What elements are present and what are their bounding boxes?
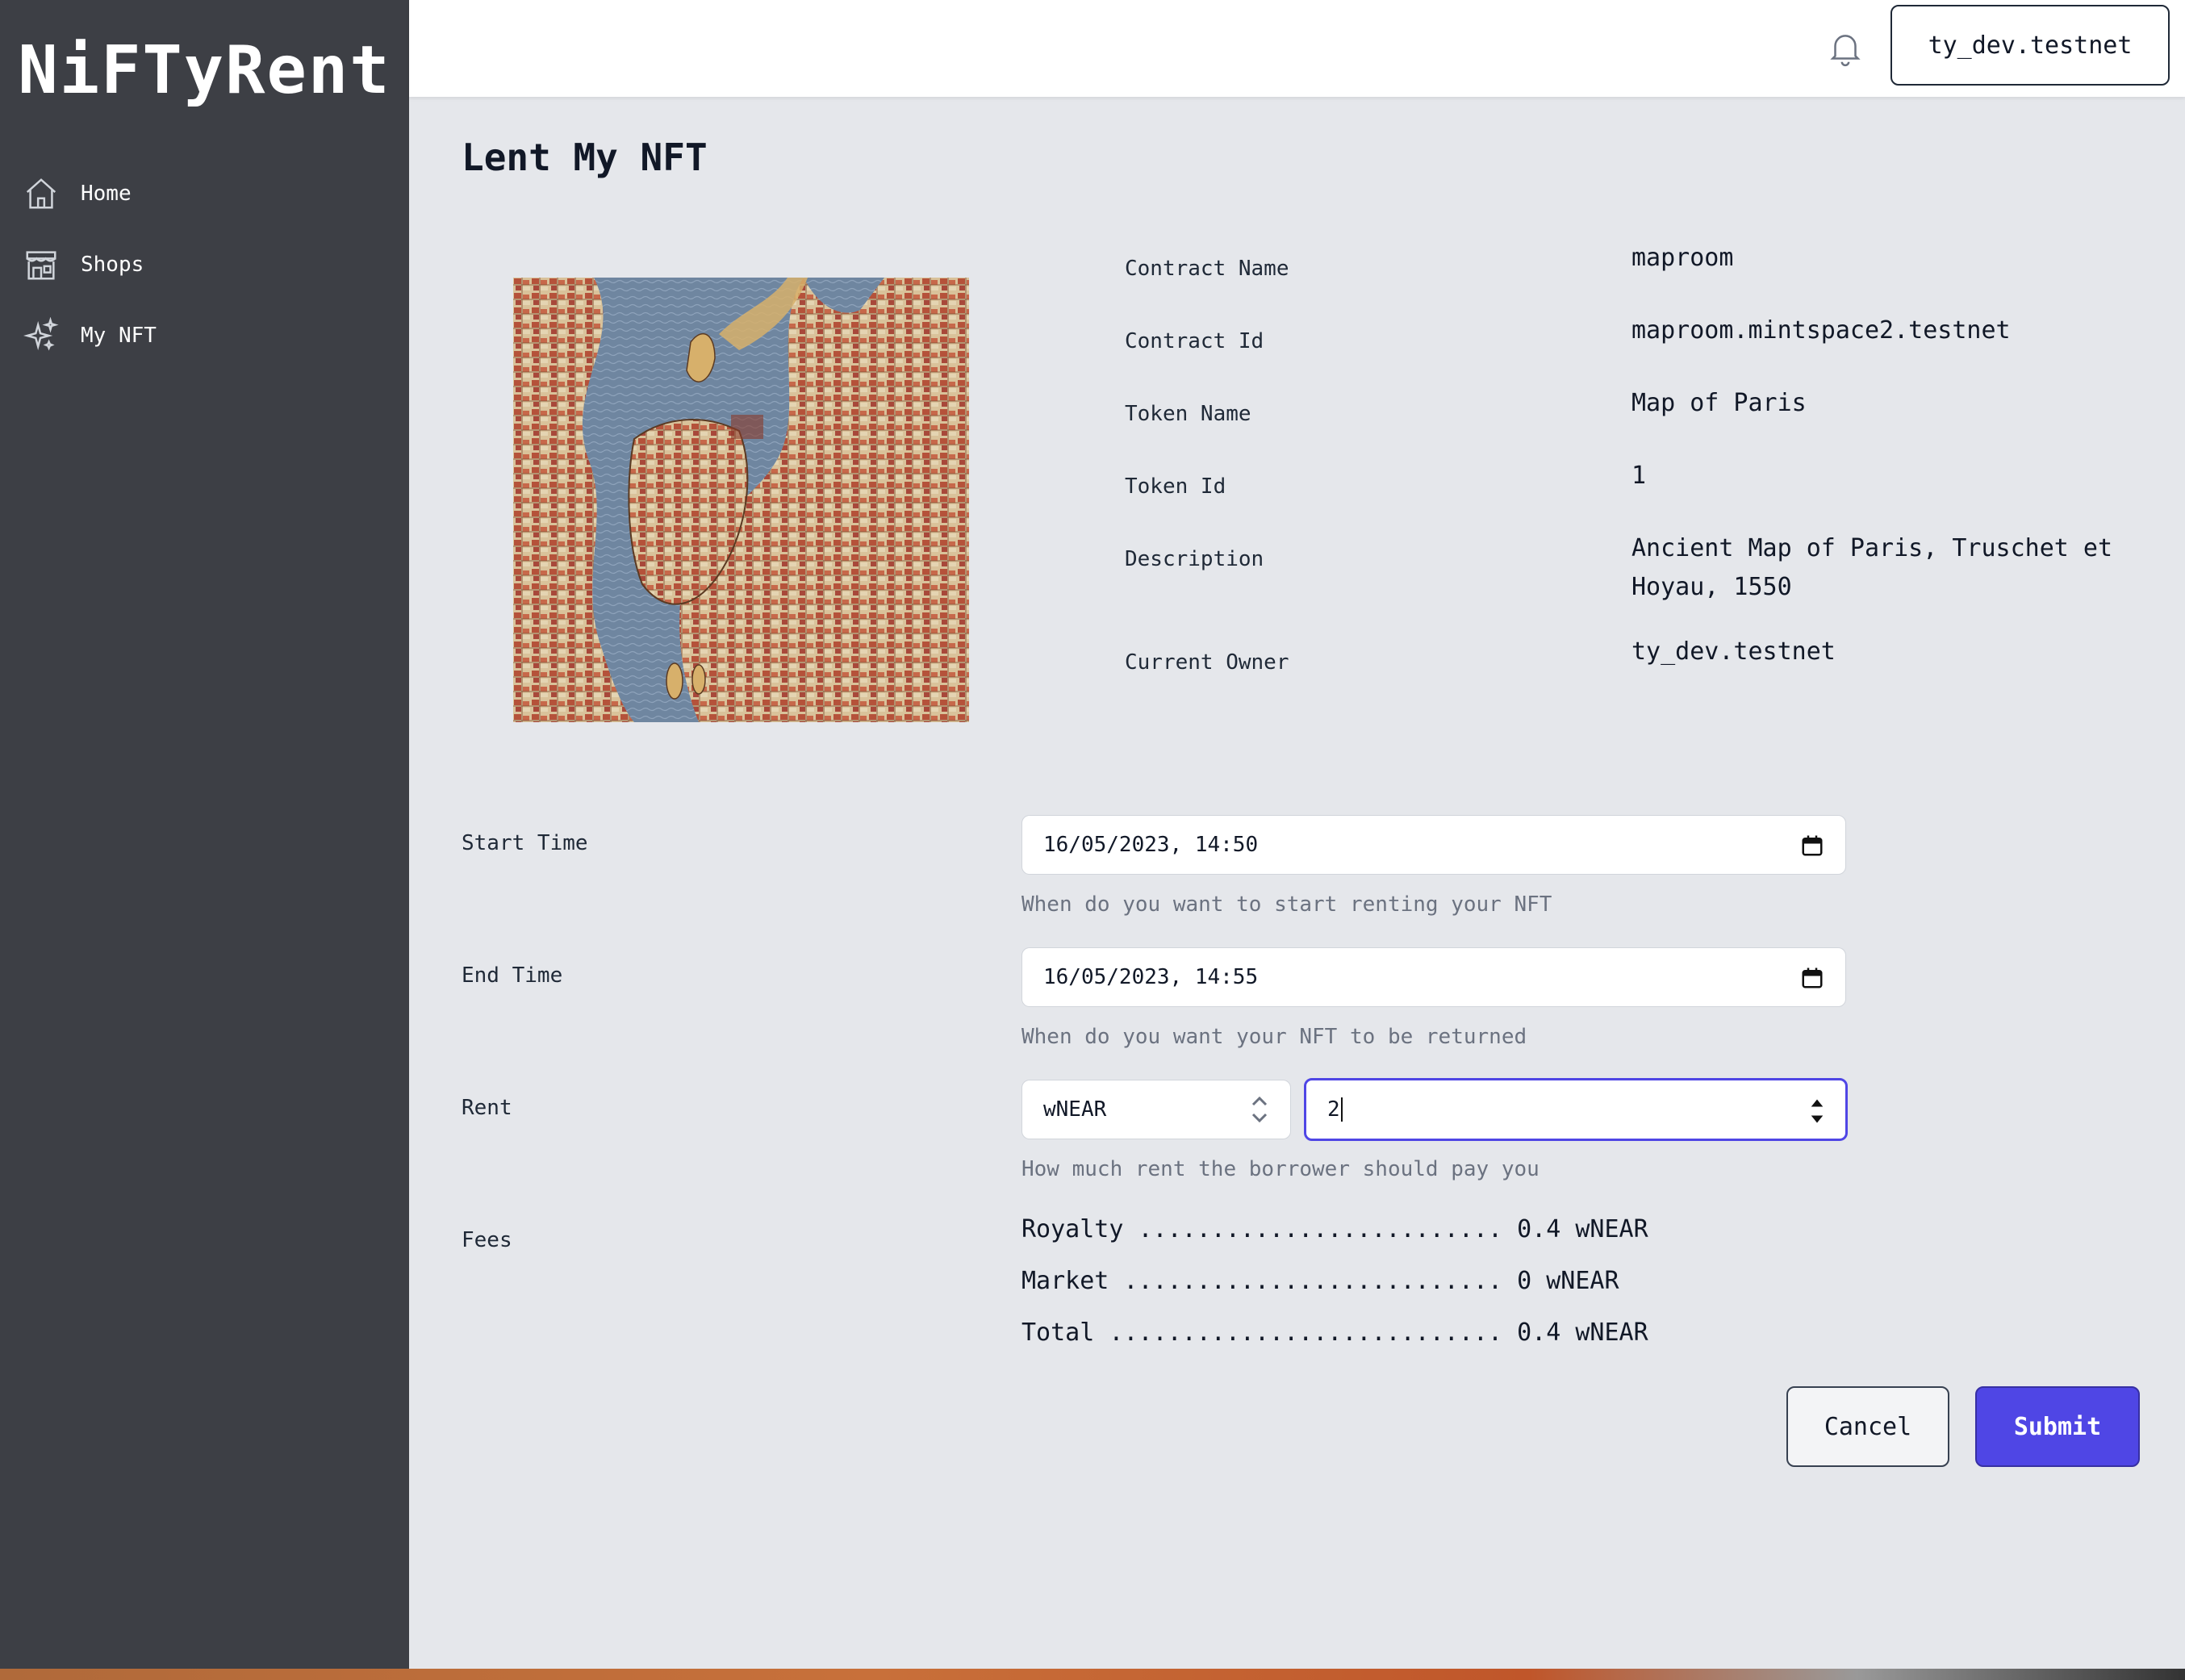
contract-name-label: Contract Name [1125,257,1289,281]
description-label: Description [1125,547,1264,571]
end-time-label: End Time [462,963,563,988]
fee-total: Total ........................... 0.4 wN… [1021,1319,1648,1347]
start-time-label: Start Time [462,831,588,855]
rent-amount-value: 2 [1327,1097,1340,1122]
sidebar-item-label: My NFT [81,324,157,348]
start-time-input[interactable]: 16/05/2023, 14:50 [1021,815,1846,875]
fees-label: Fees [462,1228,512,1252]
description-value: Ancient Map of Paris, Truschet et Hoyau,… [1631,534,2113,601]
page-title: Lent My NFT [462,136,708,179]
token-name-value: Map of Paris [1631,389,1807,417]
rent-amount-input[interactable]: 2 [1304,1078,1848,1141]
end-time-input[interactable]: 16/05/2023, 14:55 [1021,947,1846,1007]
sidebar-item-home[interactable]: Home [23,169,157,218]
top-bar: ty_dev.testnet [409,0,2185,97]
currency-select[interactable]: wNEAR [1021,1080,1291,1139]
token-name-label: Token Name [1125,402,1251,426]
contract-id-value: maproom.mintspace2.testnet [1631,316,2011,345]
desktop-wallpaper-strip [0,1669,2185,1680]
end-time-help: When do you want your NFT to be returned [1021,1025,1527,1049]
start-time-help: When do you want to start renting your N… [1021,892,1552,917]
current-owner-label: Current Owner [1125,650,1289,675]
cancel-button[interactable]: Cancel [1786,1386,1949,1467]
rent-label: Rent [462,1096,512,1120]
sidebar-item-shops[interactable]: Shops [23,240,157,289]
current-owner-value: ty_dev.testnet [1631,637,1836,666]
token-id-label: Token Id [1125,474,1226,499]
token-id-value: 1 [1631,462,1647,490]
calendar-icon[interactable] [1800,966,1824,990]
shop-icon [26,251,56,280]
fee-royalty: Royalty ......................... 0.4 wN… [1021,1215,1648,1243]
map-illustration [513,278,969,722]
select-arrows-icon [1251,1096,1268,1123]
end-time-value: 16/05/2023, 14:55 [1043,965,1259,989]
text-cursor [1340,1097,1343,1122]
contract-name-value: maproom [1631,244,1734,272]
submit-button[interactable]: Submit [1975,1386,2140,1467]
home-icon [26,178,56,209]
contract-id-label: Contract Id [1125,329,1264,353]
sidebar-nav: Home Shops My NFT [23,169,157,382]
app-logo[interactable]: NiFTyRent [0,32,409,109]
nft-map-image [513,278,969,722]
bell-icon[interactable] [1825,27,1865,68]
start-time-value: 16/05/2023, 14:50 [1043,833,1259,857]
sidebar-item-my-nft[interactable]: My NFT [23,311,157,360]
currency-select-value: wNEAR [1043,1097,1107,1122]
rent-help: How much rent the borrower should pay yo… [1021,1157,1540,1181]
sidebar: NiFTyRent Home Shops My NFT [0,0,409,1669]
sidebar-item-label: Home [81,182,132,206]
number-stepper-icon[interactable] [1808,1095,1826,1127]
calendar-icon[interactable] [1800,834,1824,858]
sidebar-item-label: Shops [81,253,144,277]
account-button[interactable]: ty_dev.testnet [1890,5,2170,86]
sparkles-icon [23,317,59,351]
fee-market: Market .......................... 0 wNEA… [1021,1267,1619,1295]
